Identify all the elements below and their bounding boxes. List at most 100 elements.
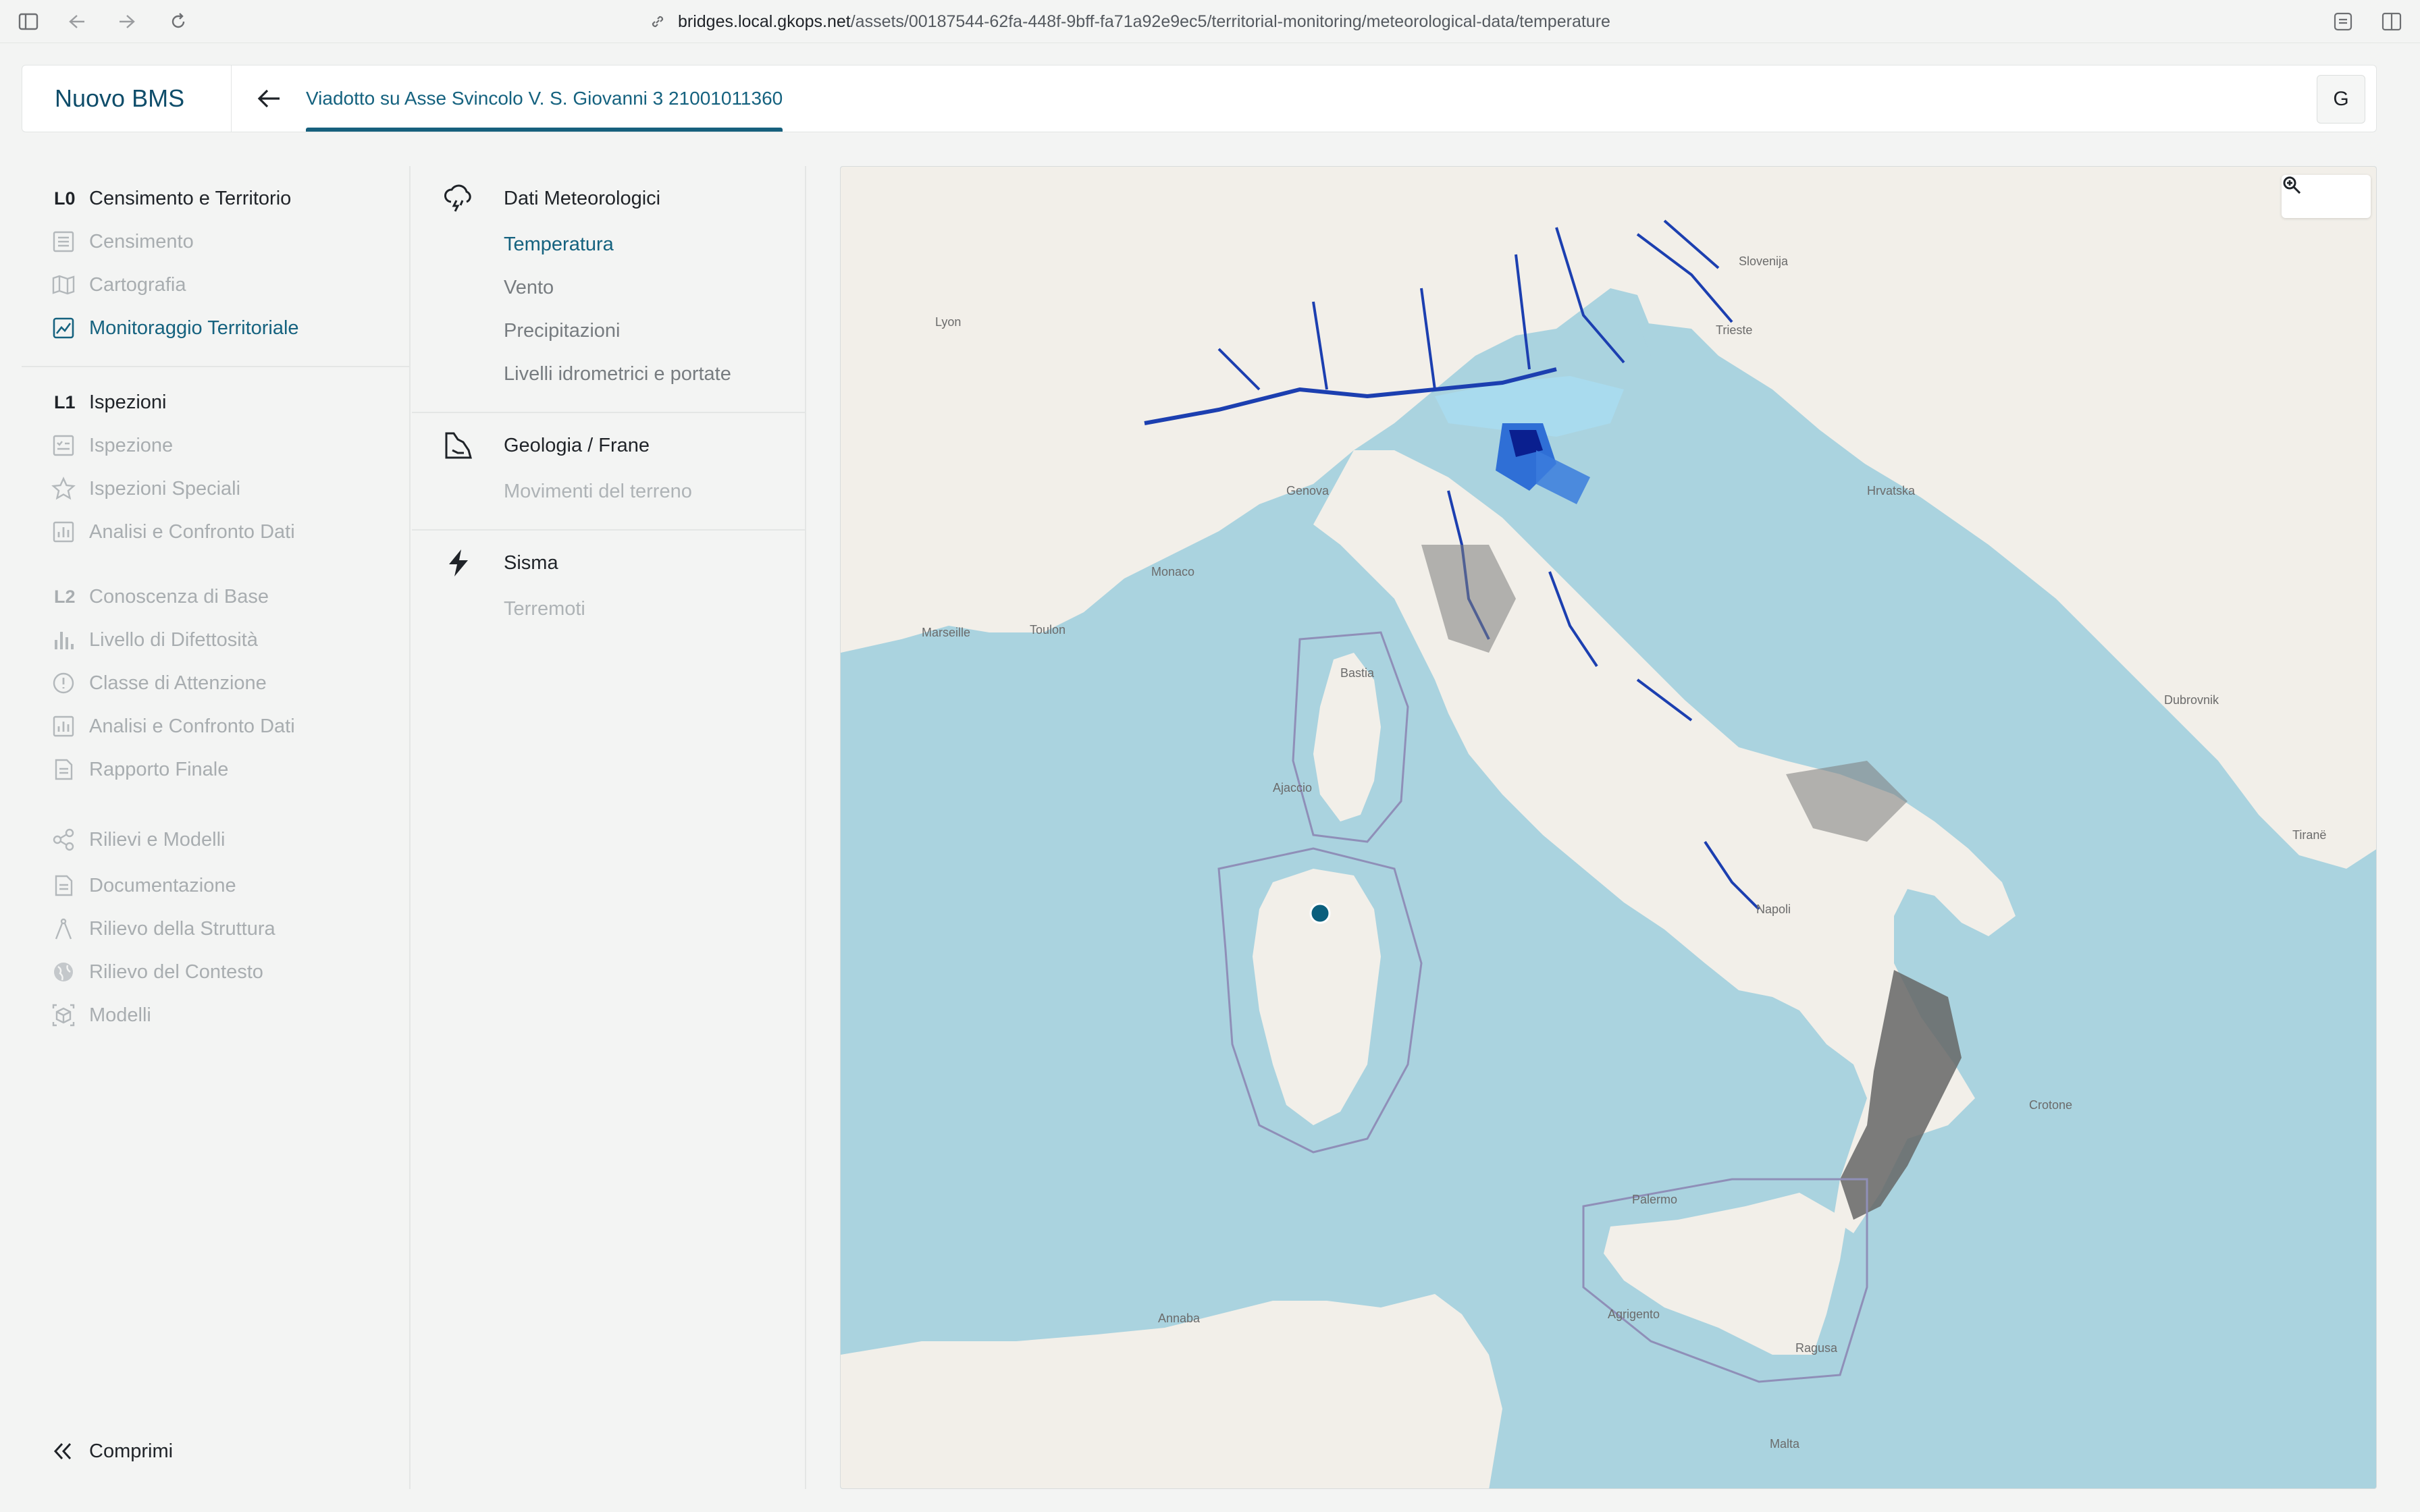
sidebar-item-label: Censimento (89, 230, 194, 252)
sidebar-item-label: Modelli (89, 1004, 151, 1026)
subnav-item-label: Movimenti del terreno (504, 480, 692, 502)
subnav-group-title: Dati Meteorologici (504, 187, 661, 209)
subnav-item-label: Livelli idrometrici e portate (504, 362, 731, 385)
bar-chart-icon (22, 520, 89, 544)
sidebar-section-l2[interactable]: L2 Conoscenza di Base (22, 575, 411, 618)
map-label: Crotone (2029, 1098, 2073, 1112)
sidebar-item-label: Analisi e Confronto Dati (89, 520, 295, 543)
map-label: Slovenija (1739, 254, 1789, 268)
sidebar-item-rapporto-finale[interactable]: Rapporto Finale (22, 748, 411, 791)
reload-icon[interactable] (166, 9, 190, 34)
map-icon (22, 273, 89, 297)
sidebar-section-title: Censimento e Territorio (89, 187, 292, 209)
back-button[interactable] (232, 65, 306, 132)
cube-icon (22, 1003, 89, 1027)
compass-icon (22, 917, 89, 941)
subnav-item-temperatura[interactable]: Temperatura (412, 223, 806, 266)
map-label: Bastia (1340, 666, 1375, 680)
bars-icon (22, 628, 89, 652)
sidebar-item-censimento[interactable]: Censimento (22, 220, 411, 263)
sidebar-item-label: Rapporto Finale (89, 758, 229, 780)
map-label: Ajaccio (1273, 781, 1313, 794)
subnav-item-livelli-idrometrici[interactable]: Livelli idrometrici e portate (412, 352, 806, 396)
subnav-item-label: Precipitazioni (504, 319, 621, 342)
checklist-icon (22, 433, 89, 458)
sidebar-item-label: Rilievo del Contesto (89, 961, 263, 983)
map-label: Genova (1286, 484, 1330, 497)
divider (412, 412, 806, 413)
sidebar-item-label: Analisi e Confronto Dati (89, 715, 295, 737)
user-avatar[interactable]: G (2317, 75, 2365, 124)
sidebar-item-rilievo-contesto[interactable]: Rilievo del Contesto (22, 950, 411, 994)
subnav-group-sisma[interactable]: Sisma (412, 541, 806, 585)
zoom-out-icon (2283, 176, 2300, 194)
sidebar-item-rilievi-modelli[interactable]: Rilievi e Modelli (22, 818, 411, 861)
map-label: Napoli (1756, 902, 1791, 916)
asset-title: Viadotto su Asse Svincolo V. S. Giovanni… (306, 88, 783, 109)
map-canvas[interactable] (841, 167, 2377, 1489)
sidebar-item-difettosita[interactable]: Livello di Difettosità (22, 618, 411, 662)
info-icon (22, 671, 89, 695)
subnav-item-precipitazioni[interactable]: Precipitazioni (412, 309, 806, 352)
sidebar-item-label: Rilievi e Modelli (89, 828, 226, 850)
asset-title-tab[interactable]: Viadotto su Asse Svincolo V. S. Giovanni… (306, 65, 783, 132)
subnav-item-vento[interactable]: Vento (412, 266, 806, 309)
forward-arrow-icon[interactable] (115, 9, 139, 34)
address-bar[interactable]: bridges.local.gkops.net/assets/00187544-… (648, 9, 1610, 34)
map-view[interactable]: Monaco Genova Napoli Palermo Malta Basti… (840, 166, 2377, 1489)
star-icon (22, 477, 89, 501)
sidebar-item-analisi[interactable]: Analisi e Confronto Dati (22, 510, 411, 554)
sidebar-item-ispezione[interactable]: Ispezione (22, 424, 411, 467)
subnav-item-terremoti[interactable]: Terremoti (412, 587, 806, 630)
subnav-group-meteo[interactable]: Dati Meteorologici (412, 177, 806, 220)
subnav-item-label: Temperatura (504, 233, 614, 255)
level-badge: L1 (54, 392, 76, 412)
active-tab-indicator (306, 128, 783, 132)
sidebar-item-cartografia[interactable]: Cartografia (22, 263, 411, 306)
browser-toolbar: bridges.local.gkops.net/assets/00187544-… (0, 0, 2420, 43)
sidebar-item-label: Classe di Attenzione (89, 672, 267, 694)
subnav-group-title: Sisma (504, 551, 558, 574)
sidebar-item-label: Cartografia (89, 273, 186, 296)
sidebar-item-ispezioni-speciali[interactable]: Ispezioni Speciali (22, 467, 411, 510)
link-icon (648, 12, 667, 31)
chart-icon (22, 316, 89, 340)
map-label: Ragusa (1795, 1341, 1838, 1355)
document-icon (22, 757, 89, 782)
back-arrow-icon[interactable] (65, 9, 89, 34)
sidebar-item-label: Ispezione (89, 434, 174, 456)
collapse-button[interactable]: Comprimi (22, 1430, 411, 1473)
brand-title[interactable]: Nuovo BMS (22, 65, 232, 132)
sidebar-section-l0[interactable]: L0 Censimento e Territorio (22, 177, 411, 220)
sidebar-section-l1[interactable]: L1 Ispezioni (22, 381, 411, 424)
divider (22, 366, 411, 367)
split-view-icon[interactable] (2379, 9, 2404, 34)
reader-icon[interactable] (2331, 9, 2355, 34)
landslide-icon (412, 430, 504, 461)
sidebar-item-modelli[interactable]: Modelli (22, 994, 411, 1037)
subnav-item-movimenti[interactable]: Movimenti del terreno (412, 470, 806, 513)
url-host: bridges.local.gkops.net (678, 11, 851, 31)
subnav-item-label: Vento (504, 276, 554, 298)
subnav-item-label: Terremoti (504, 597, 585, 620)
sidebar-item-classe-attenzione[interactable]: Classe di Attenzione (22, 662, 411, 705)
sidebar-item-label: Monitoraggio Territoriale (89, 317, 299, 339)
map-label: Dubrovnik (2164, 693, 2219, 707)
divider (412, 529, 806, 531)
lightning-icon (412, 547, 504, 578)
sidebar-toggle-icon[interactable] (16, 9, 41, 34)
map-label: Tiranë (2292, 828, 2327, 842)
zoom-out-button[interactable] (2283, 176, 2365, 213)
sidebar-item-label: Documentazione (89, 874, 236, 896)
sidebar-item-label: Rilievo della Struttura (89, 917, 275, 940)
map-label: Annaba (1158, 1312, 1201, 1325)
app-header: Nuovo BMS Viadotto su Asse Svincolo V. S… (22, 65, 2377, 132)
bridge-location-marker (1309, 902, 1331, 924)
subnav-group-geologia[interactable]: Geologia / Frane (412, 424, 806, 467)
sidebar-item-monitoraggio[interactable]: Monitoraggio Territoriale (22, 306, 411, 350)
subnav-group-title: Geologia / Frane (504, 434, 650, 456)
sidebar-item-documentazione[interactable]: Documentazione (22, 864, 411, 907)
sidebar-item-rilievo-struttura[interactable]: Rilievo della Struttura (22, 907, 411, 950)
map-label: Marseille (922, 626, 971, 639)
sidebar-item-analisi-l2[interactable]: Analisi e Confronto Dati (22, 705, 411, 748)
